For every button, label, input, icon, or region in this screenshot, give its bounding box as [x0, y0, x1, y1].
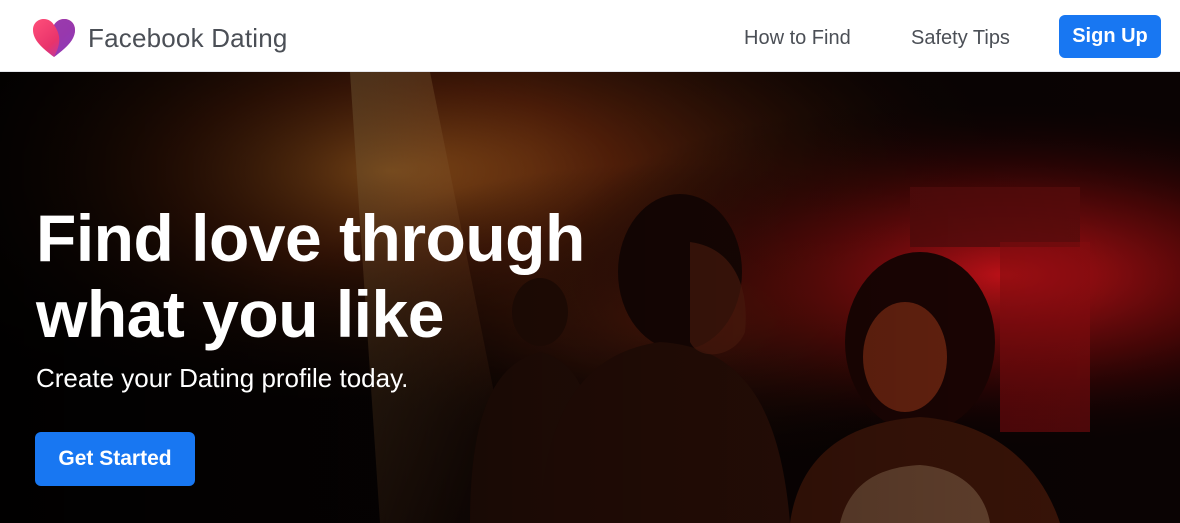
hero-section: Find love through what you like Create y… — [0, 72, 1180, 523]
hero-title-line-1: Find love through — [36, 201, 585, 275]
hero-title-line-2: what you like — [36, 277, 444, 351]
hero-title: Find love through what you like — [36, 200, 736, 352]
nav-safety-tips[interactable]: Safety Tips — [911, 26, 1010, 50]
get-started-button[interactable]: Get Started — [35, 432, 195, 486]
sign-up-button[interactable]: Sign Up — [1059, 15, 1161, 58]
top-header: Facebook Dating How to Find Safety Tips … — [0, 0, 1180, 72]
hero-subtitle: Create your Dating profile today. — [36, 363, 409, 393]
heart-icon[interactable] — [32, 18, 76, 58]
brand-name[interactable]: Facebook Dating — [88, 22, 288, 54]
nav-how-to-find[interactable]: How to Find — [744, 26, 851, 50]
